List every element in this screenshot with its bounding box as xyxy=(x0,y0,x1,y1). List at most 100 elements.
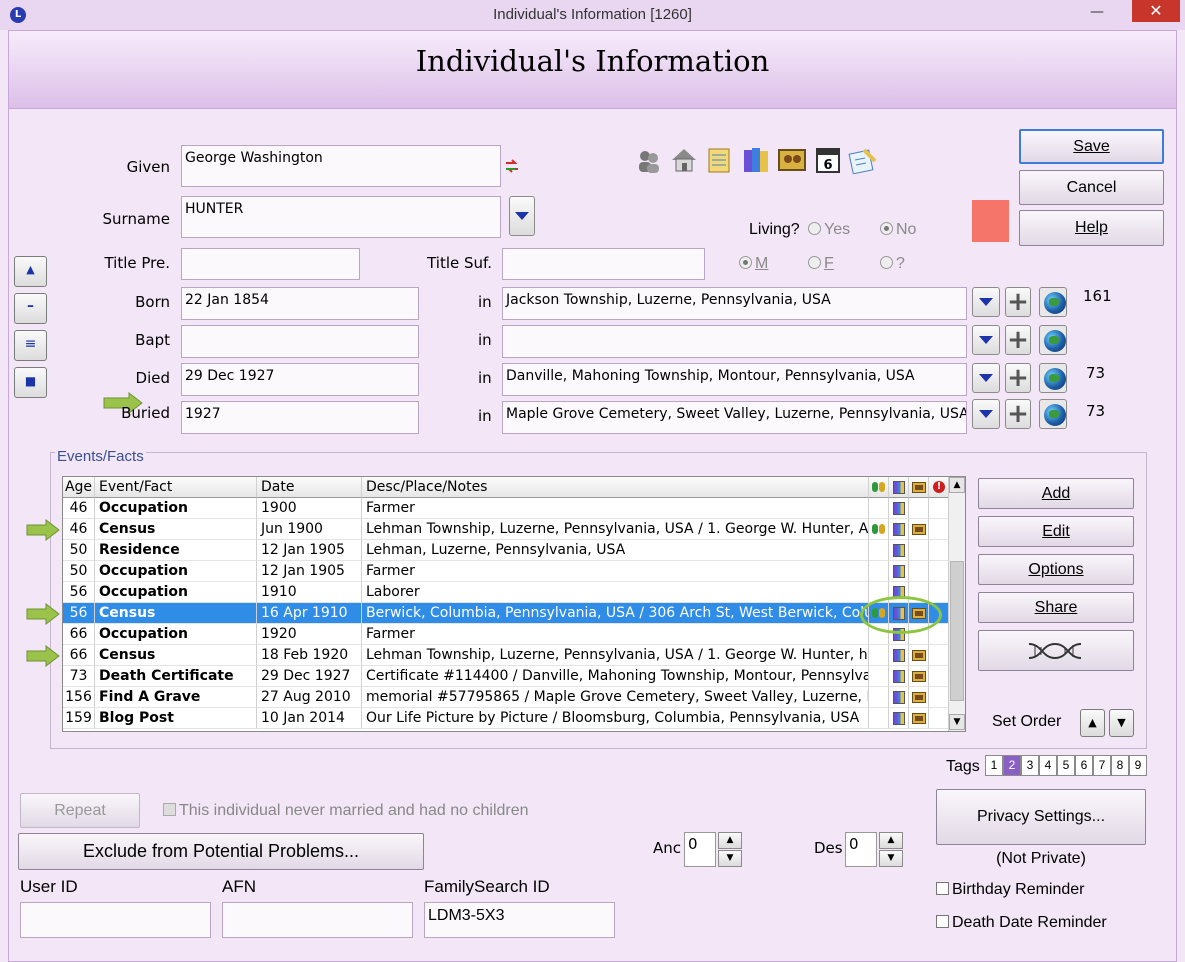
help-button[interactable]: Help xyxy=(1019,210,1164,246)
born-globe-icon[interactable] xyxy=(1039,287,1067,317)
born-place-input[interactable]: Jackson Township, Luzerne, Pennsylvania,… xyxy=(502,287,967,320)
col-problems-icon[interactable]: ! xyxy=(929,477,949,498)
people-cell[interactable] xyxy=(869,519,889,540)
scroll-thumb[interactable] xyxy=(950,561,964,701)
sex-female-radio[interactable]: F xyxy=(808,255,834,273)
table-row[interactable]: 46 Census Jun 1900 Lehman Township, Luzerne… xyxy=(63,519,949,540)
tag-9[interactable]: 9 xyxy=(1129,755,1147,776)
tag-4[interactable]: 4 xyxy=(1039,755,1057,776)
minus-button[interactable]: – xyxy=(14,293,47,324)
options-button[interactable]: Options xyxy=(978,554,1134,585)
tag-2[interactable]: 2 xyxy=(1003,755,1021,776)
title-prefix-input[interactable] xyxy=(181,248,360,280)
edit-event-button[interactable]: Edit xyxy=(978,516,1134,547)
buried-place-dropdown[interactable] xyxy=(972,399,1000,429)
move-up-button[interactable]: ▲ xyxy=(14,256,47,287)
tag-5[interactable]: 5 xyxy=(1057,755,1075,776)
died-date-input[interactable]: 29 Dec 1927 xyxy=(181,363,419,396)
user-id-input[interactable] xyxy=(20,902,211,938)
table-row[interactable]: 56 Census 16 Apr 1910 Berwick, Columbia, Pe… xyxy=(63,603,949,624)
died-place-input[interactable]: Danville, Mahoning Township, Montour, Pe… xyxy=(502,363,967,396)
birthday-reminder-checkbox[interactable]: Birthday Reminder xyxy=(936,881,1085,899)
surname-dropdown-button[interactable] xyxy=(509,196,535,236)
buried-add-button[interactable]: + xyxy=(1005,399,1031,429)
sources-cell[interactable] xyxy=(889,561,909,582)
surname-input[interactable]: HUNTER xyxy=(181,196,501,238)
living-yes-radio[interactable]: Yes xyxy=(808,221,850,239)
calendar-icon[interactable]: 6 xyxy=(815,146,841,173)
close-button[interactable]: ✕ xyxy=(1132,0,1180,22)
tag-7[interactable]: 7 xyxy=(1093,755,1111,776)
sources-cell[interactable] xyxy=(889,540,909,561)
des-up-button[interactable]: ▲ xyxy=(879,832,903,849)
given-input[interactable]: George Washington xyxy=(181,145,501,187)
order-up-button[interactable]: ▲ xyxy=(1080,709,1105,737)
col-sources-icon[interactable] xyxy=(889,477,909,498)
bapt-add-button[interactable]: + xyxy=(1005,325,1031,355)
des-input[interactable]: 0 xyxy=(845,832,877,867)
swap-names-icon[interactable] xyxy=(505,158,519,174)
familysearch-id-input[interactable]: LDM3-5X3 xyxy=(424,902,615,938)
notes-icon[interactable] xyxy=(706,146,732,173)
sources-icon[interactable] xyxy=(742,146,768,172)
anc-down-button[interactable]: ▼ xyxy=(718,850,742,867)
des-down-button[interactable]: ▼ xyxy=(879,850,903,867)
table-row[interactable]: 156 Find A Grave 27 Aug 2010 memorial #5779… xyxy=(63,687,949,708)
color-swatch[interactable] xyxy=(972,200,1009,242)
bapt-place-input[interactable] xyxy=(502,325,967,358)
anc-up-button[interactable]: ▲ xyxy=(718,832,742,849)
sources-cell[interactable] xyxy=(889,498,909,519)
col-event-header[interactable]: Event/Fact xyxy=(95,477,257,498)
col-age-header[interactable]: Age xyxy=(63,477,95,498)
died-add-button[interactable]: + xyxy=(1005,363,1031,393)
privacy-settings-button[interactable]: Privacy Settings... xyxy=(936,789,1146,845)
table-row[interactable]: 66 Occupation 1920 Farmer xyxy=(63,624,949,645)
sources-cell[interactable] xyxy=(889,687,909,708)
sources-cell[interactable] xyxy=(889,645,909,666)
col-people-icon[interactable] xyxy=(869,477,889,498)
born-date-input[interactable]: 22 Jan 1854 xyxy=(181,287,419,320)
never-married-checkbox[interactable]: This individual never married and had no… xyxy=(163,802,529,820)
share-button[interactable]: Share xyxy=(978,592,1134,623)
exclude-problems-button[interactable]: Exclude from Potential Problems... xyxy=(18,833,424,870)
dna-button[interactable] xyxy=(978,630,1134,671)
add-event-button[interactable]: Add xyxy=(978,478,1134,509)
equals-button[interactable]: ≡ xyxy=(14,330,47,361)
table-row[interactable]: 73 Death Certificate 29 Dec 1927 Certificat… xyxy=(63,666,949,687)
home-address-icon[interactable] xyxy=(670,146,696,172)
died-globe-icon[interactable] xyxy=(1039,363,1067,393)
people-icon[interactable] xyxy=(636,148,662,174)
order-down-button[interactable]: ▼ xyxy=(1109,709,1134,737)
afn-input[interactable] xyxy=(222,902,413,938)
tag-3[interactable]: 3 xyxy=(1021,755,1039,776)
table-row[interactable]: 56 Occupation 1910 Laborer xyxy=(63,582,949,603)
events-table[interactable]: Age Event/Fact Date Desc/Place/Notes ! 4… xyxy=(62,476,966,732)
media-icon[interactable] xyxy=(778,147,806,173)
buried-date-input[interactable]: 1927 xyxy=(181,401,419,434)
table-row[interactable]: 50 Residence 12 Jan 1905 Lehman, Luzerne, P… xyxy=(63,540,949,561)
tag-6[interactable]: 6 xyxy=(1075,755,1093,776)
bapt-place-dropdown[interactable] xyxy=(972,325,1000,355)
minimize-button[interactable]: — xyxy=(1082,4,1112,24)
repeat-button[interactable]: Repeat xyxy=(20,793,140,828)
square-button[interactable]: ■ xyxy=(14,367,47,398)
death-reminder-checkbox[interactable]: Death Date Reminder xyxy=(936,914,1107,932)
to-do-icon[interactable] xyxy=(848,146,877,175)
born-place-dropdown[interactable] xyxy=(972,287,1000,317)
living-no-radio[interactable]: No xyxy=(880,221,916,239)
scroll-up-arrow[interactable]: ▲ xyxy=(949,477,965,493)
table-row[interactable]: 159 Blog Post 10 Jan 2014 Our Life Picture … xyxy=(63,708,949,729)
buried-globe-icon[interactable] xyxy=(1039,399,1067,429)
died-place-dropdown[interactable] xyxy=(972,363,1000,393)
buried-place-input[interactable]: Maple Grove Cemetery, Sweet Valley, Luze… xyxy=(502,401,967,434)
tag-8[interactable]: 8 xyxy=(1111,755,1129,776)
table-row[interactable]: 66 Census 18 Feb 1920 Lehman Township, Luze… xyxy=(63,645,949,666)
title-suffix-input[interactable] xyxy=(502,248,705,280)
tag-1[interactable]: 1 xyxy=(985,755,1003,776)
bapt-date-input[interactable] xyxy=(181,325,419,358)
anc-input[interactable]: 0 xyxy=(684,832,716,867)
media-cell[interactable] xyxy=(909,687,929,708)
sources-cell[interactable] xyxy=(889,708,909,729)
col-desc-header[interactable]: Desc/Place/Notes xyxy=(362,477,869,498)
cancel-button[interactable]: Cancel xyxy=(1019,170,1164,205)
